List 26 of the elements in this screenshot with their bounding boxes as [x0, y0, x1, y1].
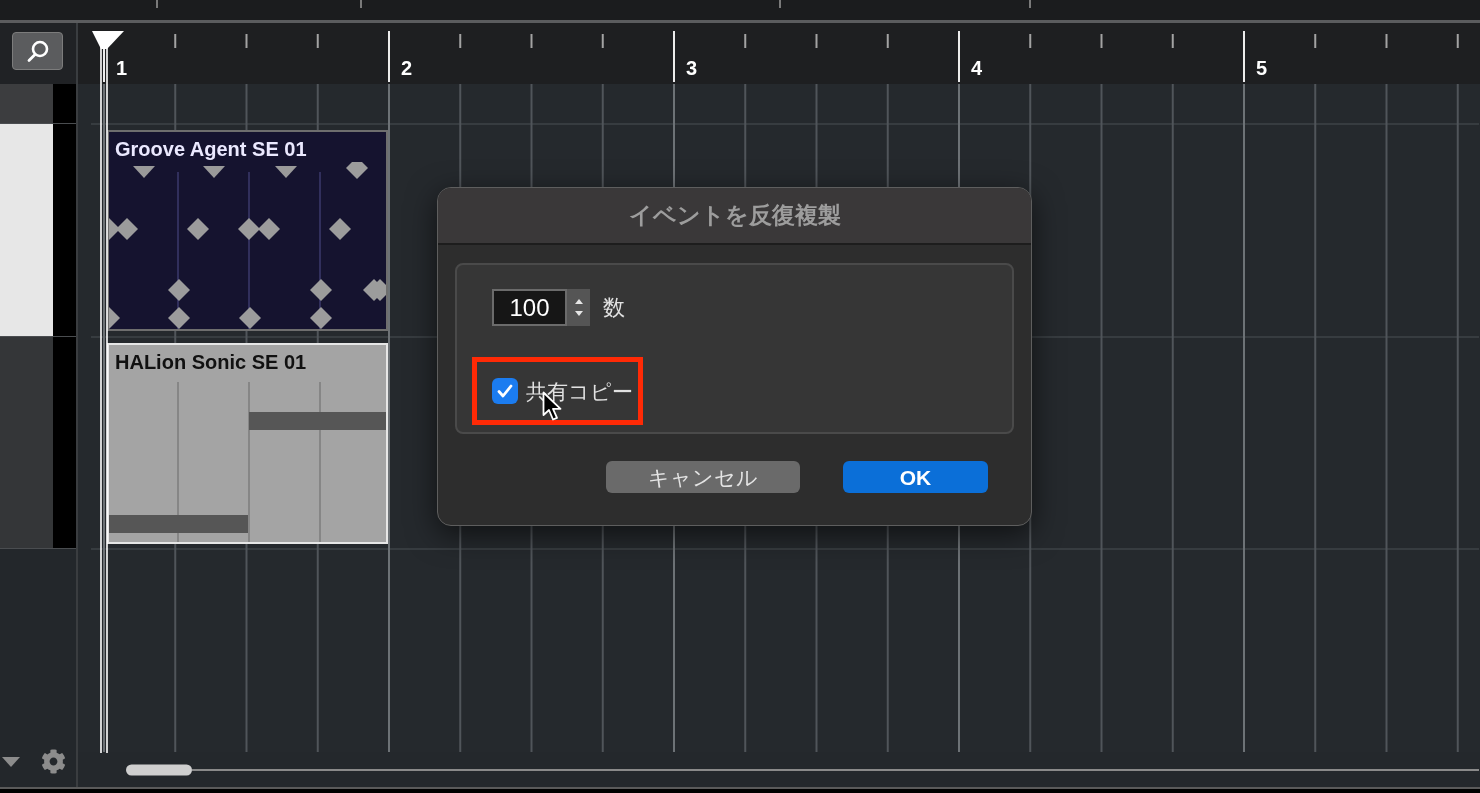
- search-button[interactable]: [12, 32, 63, 70]
- count-label: 数: [603, 296, 625, 319]
- bar-number: 3: [686, 58, 698, 78]
- ok-button[interactable]: OK: [843, 461, 988, 493]
- track-row[interactable]: [0, 84, 76, 124]
- checkmark-icon: [497, 384, 513, 398]
- dropdown-caret-icon[interactable]: [2, 757, 20, 767]
- stepper-control[interactable]: [567, 289, 590, 326]
- bar-number: 4: [971, 58, 983, 78]
- settings-icon[interactable]: [41, 749, 66, 774]
- caret-up-icon: [574, 299, 583, 304]
- event-clip[interactable]: Groove Agent SE 01: [107, 130, 388, 331]
- event-name: HALion Sonic SE 01: [115, 350, 307, 375]
- cancel-button[interactable]: キャンセル: [606, 461, 800, 493]
- event-name: Groove Agent SE 01: [115, 137, 307, 162]
- count-field[interactable]: 100: [492, 289, 567, 326]
- bar-number: 1: [116, 58, 128, 78]
- bar-number: 5: [1256, 58, 1268, 78]
- event-clip[interactable]: HALion Sonic SE 01: [107, 343, 388, 544]
- caret-down-icon: [574, 311, 583, 316]
- ruler[interactable]: 1 2 3 4 5: [78, 23, 1480, 84]
- search-icon: [25, 39, 50, 63]
- horizontal-scrollbar[interactable]: [126, 764, 1479, 776]
- bar-number: 2: [401, 58, 413, 78]
- checkbox[interactable]: [492, 378, 518, 404]
- dialog-title: イベントを反復複製: [628, 204, 841, 227]
